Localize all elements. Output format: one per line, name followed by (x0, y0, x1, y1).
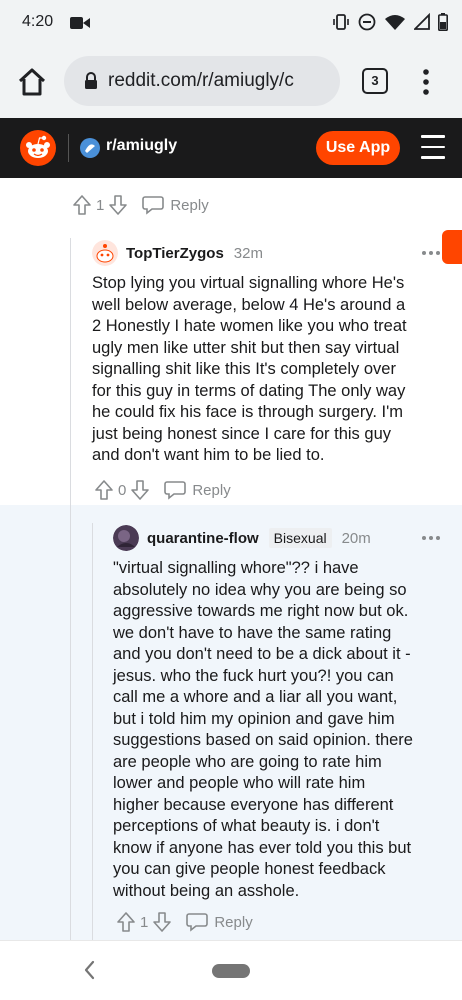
comment-line: you can give people honest feedback (113, 860, 386, 878)
status-bar: 4:20 (0, 0, 462, 46)
comment-line: but i told him my opinion and gave him (113, 709, 395, 728)
subreddit-name[interactable]: r/amiugly (106, 137, 177, 155)
avatar[interactable] (113, 525, 139, 551)
comment-line: absolutely no idea why you are being so (113, 580, 407, 599)
floating-video-tab[interactable] (442, 230, 462, 264)
wifi-icon (385, 15, 405, 30)
comment-line: and don't want him to be lied to. (92, 446, 325, 464)
more-options-icon[interactable] (421, 535, 441, 541)
comment-line: we don't have to have the same rating (113, 623, 392, 642)
reply-icon[interactable] (142, 195, 165, 215)
comment-line: higher because everyone has different (113, 795, 394, 814)
comment-body: "virtual signalling whore"?? i have abso… (113, 558, 413, 902)
comment-line: aggressive towards me right now but ok. (113, 602, 409, 620)
subreddit-icon (80, 138, 100, 158)
comment-line: and you don't need to be a dick about it… (113, 645, 411, 663)
status-icons (332, 13, 448, 31)
lock-icon (85, 72, 97, 89)
system-navigation-bar (0, 940, 462, 1000)
upvote-icon[interactable] (116, 911, 136, 933)
comment-username[interactable]: quarantine-flow (147, 530, 259, 547)
video-camera-icon (70, 17, 90, 29)
comment-line: for this guy in terms of dating The only… (92, 381, 406, 400)
tab-switcher-button[interactable]: 3 (362, 68, 388, 94)
vote-count: 0 (118, 481, 127, 499)
reddit-logo-icon[interactable] (20, 130, 56, 166)
reply-icon[interactable] (186, 912, 209, 932)
comment-line: 2 Honestly I hate women like you who tre… (92, 317, 407, 335)
downvote-icon[interactable] (152, 911, 172, 933)
comment-line: ugly men like utter shit but then say vi… (92, 338, 400, 357)
comment-line: are people who are going to rate him (113, 752, 382, 771)
comment-header: quarantine-flow Bisexual 20m (113, 525, 371, 551)
reply-icon[interactable] (164, 480, 187, 500)
comment-line: he could fix his face is through surgery… (92, 403, 403, 421)
reply-button[interactable]: Reply (170, 197, 208, 214)
upvote-icon[interactable] (94, 479, 114, 501)
comment-line: perceptions of what beauty is. i don't (113, 817, 380, 835)
url-bar[interactable]: reddit.com/r/amiugly/c (64, 56, 340, 106)
vote-count: 1 (96, 196, 105, 214)
use-app-button[interactable]: Use App (316, 131, 400, 165)
home-icon[interactable] (14, 64, 50, 100)
comment-line: lower and people who will rate him (113, 774, 366, 792)
comment-line: just being honest since I care for this … (92, 424, 391, 443)
comment-age: 32m (233, 244, 263, 262)
battery-icon (438, 13, 448, 31)
back-chevron-icon[interactable] (82, 959, 96, 981)
comment-line: signalling shit like this It's completel… (92, 360, 396, 378)
comment-line: call me a whore and a liar all you want, (113, 688, 398, 706)
comment-actions: 1 Reply (116, 911, 253, 933)
hamburger-menu-icon[interactable] (421, 135, 447, 161)
parent-comment-actions: 1 Reply (72, 194, 209, 216)
do-not-disturb-icon (358, 13, 376, 31)
reddit-header: r/amiugly Use App (0, 118, 462, 178)
comment-username[interactable]: TopTierZygos (126, 245, 224, 262)
home-gesture-pill[interactable] (212, 964, 250, 978)
user-flair: Bisexual (268, 528, 332, 548)
comment-line: jesus. who the fuck hurt you?! you can (113, 666, 394, 685)
comment-age: 20m (341, 529, 371, 547)
downvote-icon[interactable] (108, 194, 128, 216)
status-time: 4:20 (22, 13, 54, 30)
vote-count: 1 (140, 913, 149, 931)
comment-line: without being an asshole. (113, 881, 300, 900)
browser-toolbar: reddit.com/r/amiugly/c 3 (0, 46, 462, 118)
comment-line: know if anyone has ever told you this bu… (113, 838, 412, 857)
comment-line: well below average, below 4 He's around … (92, 295, 406, 314)
vibrate-icon (333, 14, 349, 30)
thread-line (70, 238, 71, 940)
comment-line: suggestions based on said opinion. there (113, 731, 413, 749)
comment-line: "virtual signalling whore"?? i have (113, 559, 359, 577)
comment-line: Stop lying you virtual signalling whore … (92, 274, 405, 292)
comment-header: TopTierZygos 32m (92, 240, 263, 266)
avatar[interactable] (92, 240, 118, 266)
comment-thread: 1 Reply TopTierZygos 32m Stop lying you … (0, 178, 462, 940)
upvote-icon[interactable] (72, 194, 92, 216)
reply-button[interactable]: Reply (214, 914, 252, 931)
comment-actions: 0 Reply (94, 479, 231, 501)
cellular-signal-icon (414, 13, 430, 30)
overflow-menu-icon[interactable] (418, 66, 434, 98)
thread-line (92, 523, 93, 940)
header-divider (68, 134, 69, 162)
more-options-icon[interactable] (421, 250, 441, 256)
reply-button[interactable]: Reply (192, 482, 230, 499)
downvote-icon[interactable] (130, 479, 150, 501)
url-text: reddit.com/r/amiugly/c (108, 70, 294, 91)
comment-body: Stop lying you virtual signalling whore … (92, 273, 407, 467)
